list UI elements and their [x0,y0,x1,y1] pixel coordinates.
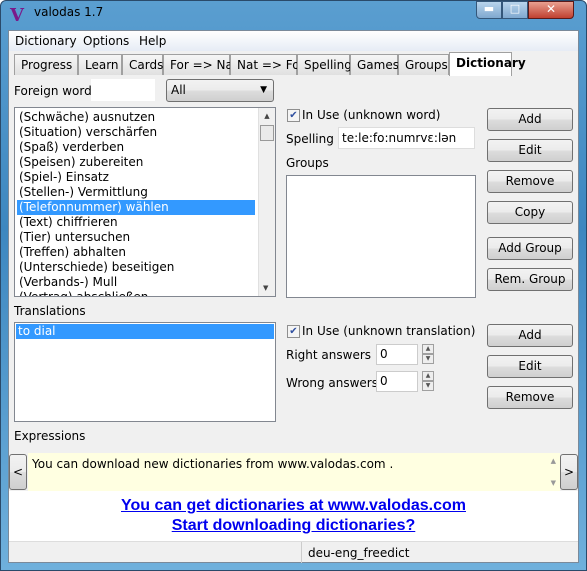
right-answers-input[interactable]: 0 [376,344,418,365]
foreign-word-input[interactable] [91,79,155,101]
scroll-up-icon[interactable]: ▲ [259,112,275,120]
right-answers-label: Right answers [286,348,372,362]
info-message: You can download new dictionaries from w… [28,453,560,491]
spelling-input[interactable]: te:le:fo:numrvɛ:lən [338,127,475,149]
menu-options[interactable]: Options [83,34,129,48]
word-list-item[interactable]: (Unterschiede) beseitigen [17,260,255,275]
tab-games[interactable]: Games [350,54,399,75]
tab-cards[interactable]: Cards [122,54,163,75]
tab-dictionary[interactable]: Dictionary [449,52,526,76]
menu-help[interactable]: Help [139,34,166,48]
status-dictionary: deu-eng_freedict [301,542,415,563]
groups-label: Groups [286,156,329,170]
word-list-item[interactable]: (Vertrag) abschließen [17,290,255,296]
chevron-down-icon: ▼ [260,85,267,95]
translation-in-use-checkbox[interactable]: ✔ [287,325,300,338]
word-list-item[interactable]: (Verbands-) Mull [17,275,255,290]
start-download-link[interactable]: Start downloading dictionaries? [172,517,416,534]
word-list-scrollbar[interactable]: ▲ ▼ [258,108,275,296]
scroll-down-icon[interactable]: ▼ [263,284,268,292]
info-next-button[interactable]: > [560,454,578,490]
translation-in-use-label: In Use (unknown translation) [302,324,476,338]
word-list-item[interactable]: (Schwäche) ausnutzen [17,110,255,125]
scroll-thumb[interactable] [260,125,274,141]
foreign-word-label: Foreign word [14,84,92,98]
scroll-up-icon[interactable]: ▲ [551,457,556,465]
word-list-item[interactable]: (Telefonnummer) wählen [17,200,255,215]
info-text: You can download new dictionaries from w… [32,457,394,471]
edit-word-button[interactable]: Edit [487,139,573,162]
menu-bar: Dictionary Options Help [9,31,578,51]
copy-word-button[interactable]: Copy [487,201,573,224]
right-increment[interactable]: ▲ [422,344,434,354]
expressions-label: Expressions [14,429,86,443]
wrong-decrement[interactable]: ▼ [422,381,434,391]
tab-progress[interactable]: Progress [14,54,78,75]
menu-dictionary[interactable]: Dictionary [15,34,77,48]
wrong-answers-label: Wrong answers [286,376,378,390]
word-list-item[interactable]: (Text) chiffrieren [17,215,255,230]
filter-select-value: All [171,83,186,97]
remove-word-button[interactable]: Remove [487,170,573,193]
tab-learn[interactable]: Learn [78,54,122,75]
spelling-label: Spelling [286,132,334,146]
groups-list[interactable] [286,175,476,298]
word-list-item[interactable]: (Stellen-) Vermittlung [17,185,255,200]
remove-translation-button[interactable]: Remove [487,386,573,409]
add-word-button[interactable]: Add [487,108,573,131]
wrong-increment[interactable]: ▲ [422,371,434,381]
translation-item[interactable]: to dial [16,324,274,339]
wrong-answers-input[interactable]: 0 [376,371,418,392]
close-button[interactable]: ✕ [528,1,574,19]
dictionaries-link[interactable]: You can get dictionaries at www.valodas.… [121,497,466,514]
info-prev-button[interactable]: < [9,454,27,490]
maximize-button[interactable]: □ [502,1,528,19]
status-bar: deu-eng_freedict [9,541,578,563]
word-list-item[interactable]: (Speisen) zubereiten [17,155,255,170]
client-area: Dictionary Options Help Progress Learn C… [8,30,579,563]
word-list-item[interactable]: (Tier) untersuchen [17,230,255,245]
word-list-item[interactable]: (Spiel-) Einsatz [17,170,255,185]
tab-groups[interactable]: Groups [398,54,449,75]
remove-group-button[interactable]: Rem. Group [487,268,573,291]
tab-nat-for[interactable]: Nat => For [230,54,305,75]
translations-list[interactable]: to dial [14,322,276,422]
edit-translation-button[interactable]: Edit [487,355,573,378]
word-in-use-label: In Use (unknown word) [302,108,441,122]
scroll-down-icon[interactable]: ▼ [551,479,556,487]
right-decrement[interactable]: ▼ [422,354,434,364]
minimize-button[interactable]: ▬ [476,1,502,19]
links-area: You can get dictionaries at www.valodas.… [9,491,578,541]
word-list-item[interactable]: (Spaß) verderben [17,140,255,155]
tab-for-nat[interactable]: For => Nat [163,54,238,75]
word-in-use-checkbox[interactable]: ✔ [287,109,300,122]
add-translation-button[interactable]: Add [487,324,573,347]
translations-label: Translations [14,304,86,318]
tab-spelling[interactable]: Spelling [297,54,352,75]
window-title: valodas 1.7 [34,5,104,19]
word-list-item[interactable]: (Treffen) abhalten [17,245,255,260]
add-group-button[interactable]: Add Group [487,237,573,260]
word-list[interactable]: (Schwäche) ausnutzen (Situation) verschär… [14,107,276,297]
filter-select[interactable]: All ▼ [166,79,274,102]
word-list-item[interactable]: (Situation) verschärfen [17,125,255,140]
app-logo: V [10,5,24,26]
